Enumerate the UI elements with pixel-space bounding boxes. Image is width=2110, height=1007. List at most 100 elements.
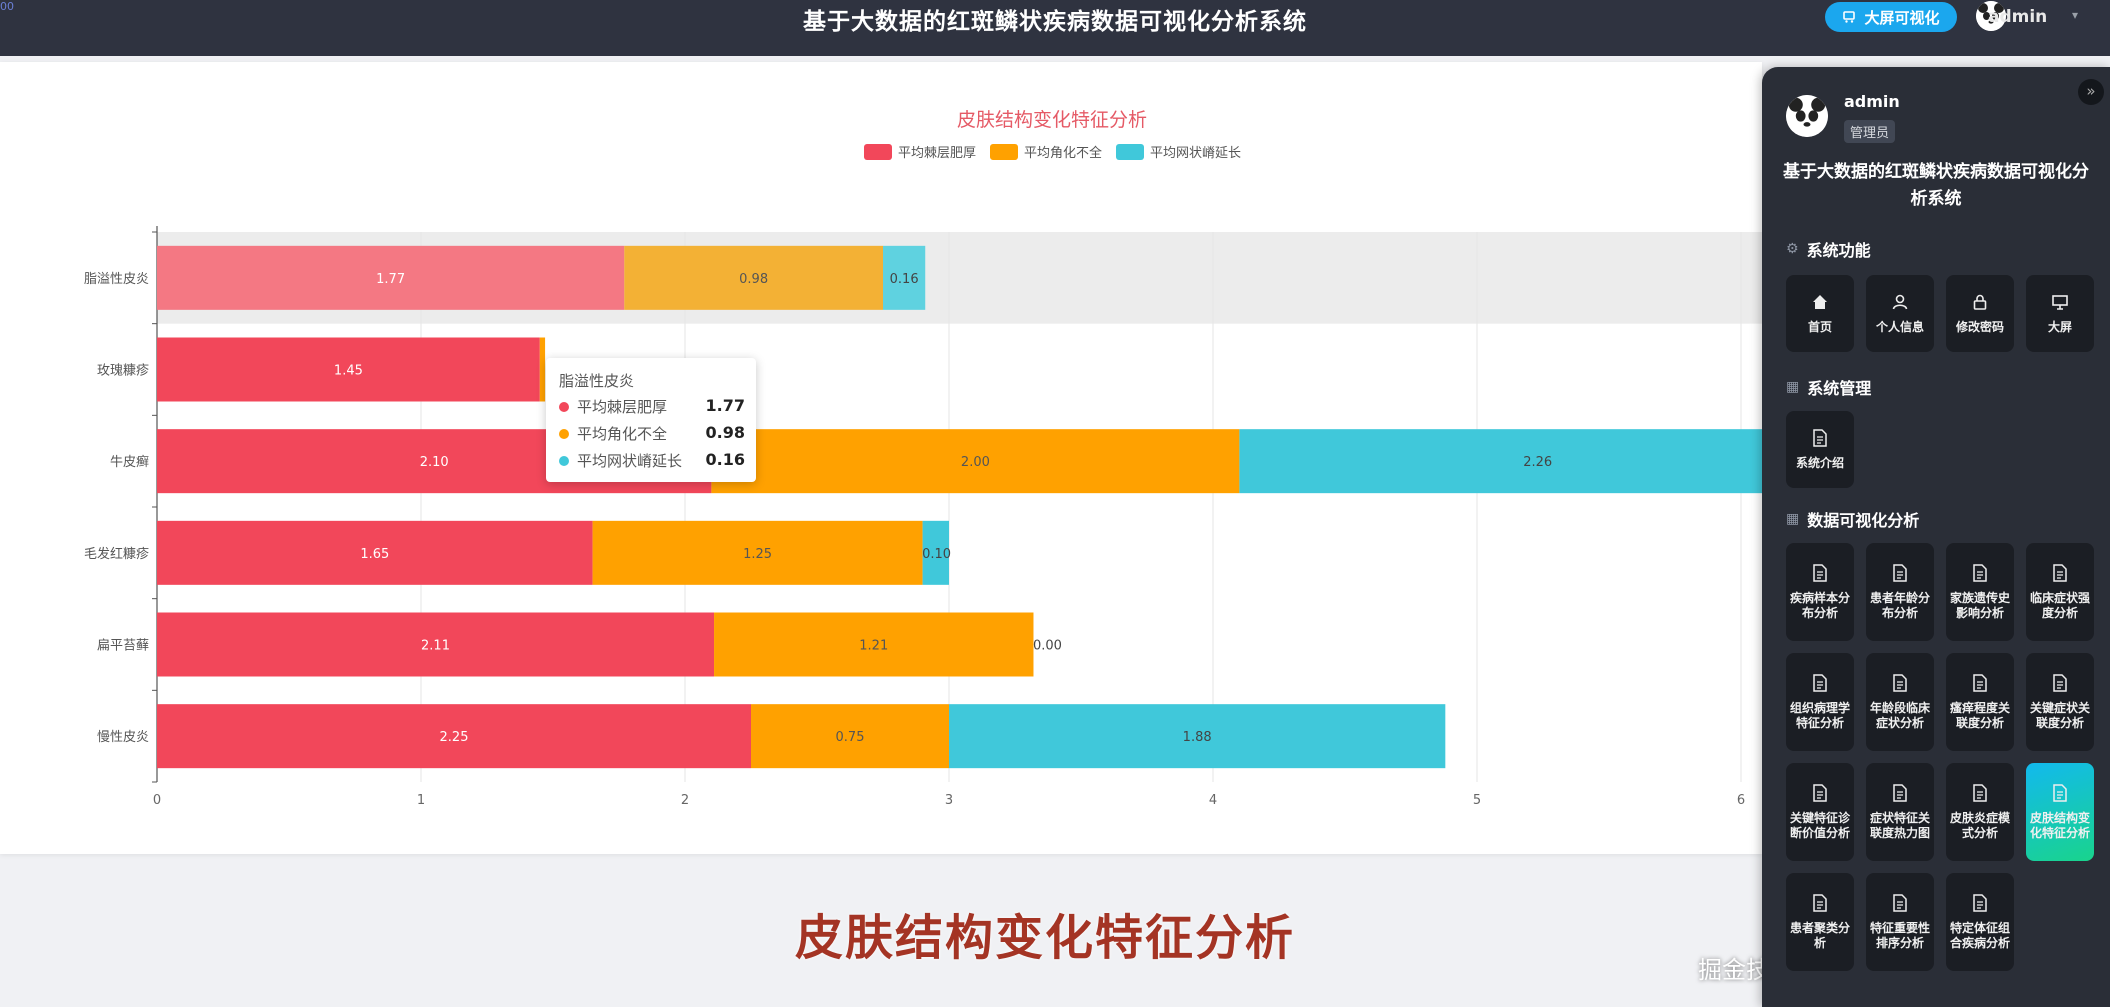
sidebar-item[interactable]: 系统介绍 — [1786, 411, 1854, 488]
document-icon — [2052, 563, 2068, 587]
sidebar-item[interactable]: 个人信息 — [1866, 275, 1934, 352]
tooltip-row: 平均网状嵴延长 0.16 — [559, 450, 745, 470]
sidebar-item-label: 特征重要性排序分析 — [1870, 920, 1931, 950]
tooltip-series-name: 平均角化不全 — [577, 425, 668, 443]
bigscreen-button[interactable]: 大屏可视化 — [1825, 2, 1957, 32]
role-badge: 管理员 — [1844, 120, 1896, 143]
bar-segment — [539, 337, 546, 402]
sidebar-item[interactable]: 皮肤炎症模式分析 — [1946, 763, 2014, 861]
grid-icon: ▦ — [1786, 511, 1800, 527]
y-category-label: 脂溢性皮炎 — [84, 272, 149, 287]
tooltip-row: 平均角化不全 0.98 — [559, 423, 745, 443]
sidebar-item[interactable]: 特定体征组合疾病分析 — [1946, 873, 2014, 971]
section-data-visualization: ▦ 数据可视化分析 — [1786, 507, 1919, 531]
chevron-down-icon[interactable]: ▾ — [2072, 8, 2078, 22]
data-label: 0.75 — [836, 730, 865, 745]
chart-tooltip: 脂溢性皮炎 平均棘层肥厚 1.77 平均角化不全 0.98 平均网状嵴延长 0.… — [546, 358, 756, 482]
document-icon — [2052, 783, 2068, 807]
sidebar-item-label: 临床症状强度分析 — [2030, 590, 2091, 620]
sidebar-item[interactable]: 组织病理学特征分析 — [1786, 653, 1854, 751]
sidebar-avatar — [1786, 95, 1828, 137]
user-icon — [1891, 293, 1909, 316]
sidebar-item[interactable]: 临床症状强度分析 — [2026, 543, 2094, 641]
section-title: 数据可视化分析 — [1807, 511, 1920, 530]
tooltip-series-name: 平均网状嵴延长 — [577, 452, 683, 470]
collapse-icon[interactable]: » — [2078, 79, 2104, 105]
x-tick-label: 3 — [945, 793, 953, 808]
legend-label: 平均网状嵴延长 — [1150, 146, 1241, 161]
sidebar-item[interactable]: 疾病样本分布分析 — [1786, 543, 1854, 641]
data-label: 2.00 — [961, 455, 990, 470]
document-icon — [1812, 673, 1828, 697]
presentation-icon — [2051, 293, 2069, 316]
data-label: 1.65 — [360, 547, 389, 562]
legend-dot — [559, 456, 569, 466]
x-tick-label: 1 — [417, 793, 425, 808]
document-icon — [1812, 893, 1828, 917]
data-label: 0.16 — [890, 272, 919, 287]
sidebar-item[interactable]: 瘙痒程度关联度分析 — [1946, 653, 2014, 751]
sidebar-item[interactable]: 年龄段临床症状分析 — [1866, 653, 1934, 751]
document-icon — [1892, 673, 1908, 697]
tooltip-value: 1.77 — [705, 396, 745, 415]
sidebar-item[interactable]: 症状特征关联度热力图 — [1866, 763, 1934, 861]
document-icon — [1972, 563, 1988, 587]
bigscreen-label: 大屏可视化 — [1864, 8, 1940, 27]
chart-title: 皮肤结构变化特征分析 — [957, 109, 1147, 131]
sidebar: » admin 管理员 基于大数据的红斑鳞状疾病数据可视化分析系统 ⚙ 系统功能… — [1762, 67, 2110, 1007]
y-category-label: 玫瑰糠疹 — [97, 363, 149, 379]
data-label: 1.25 — [743, 547, 772, 562]
top-username[interactable]: admin — [1988, 7, 2047, 27]
lock-icon — [1971, 293, 1989, 316]
sidebar-item-label: 首页 — [1807, 319, 1832, 334]
section-system-functions: ⚙ 系统功能 — [1786, 237, 1871, 261]
data-label: 2.11 — [421, 639, 450, 654]
sidebar-item[interactable]: 特征重要性排序分析 — [1866, 873, 1934, 971]
document-icon — [1972, 673, 1988, 697]
document-icon — [1812, 428, 1828, 452]
cart-icon — [1843, 11, 1856, 23]
sidebar-item[interactable]: 患者年龄分布分析 — [1866, 543, 1934, 641]
sidebar-item-label: 患者年龄分布分析 — [1870, 590, 1931, 620]
x-tick-label: 5 — [1473, 793, 1481, 808]
sidebar-item-label: 症状特征关联度热力图 — [1870, 810, 1931, 840]
sidebar-item-label: 年龄段临床症状分析 — [1870, 700, 1931, 730]
y-category-label: 毛发红糠疹 — [84, 546, 149, 562]
section-title: 系统管理 — [1807, 379, 1872, 398]
y-category-label: 扁平苔藓 — [97, 639, 149, 654]
sidebar-item-label: 家族遗传史影响分析 — [1950, 590, 2011, 620]
sidebar-item[interactable]: 首页 — [1786, 275, 1854, 352]
bar-segment — [1239, 429, 1762, 494]
home-icon — [1811, 293, 1829, 316]
legend-swatch — [864, 144, 892, 160]
tooltip-title: 脂溢性皮炎 — [559, 372, 635, 390]
sidebar-item[interactable]: 修改密码 — [1946, 275, 2014, 352]
y-category-label: 牛皮癣 — [110, 454, 149, 470]
legend-swatch — [1116, 144, 1144, 160]
sidebar-item[interactable]: 皮肤结构变化特征分析 — [2026, 763, 2094, 861]
data-label: 1.21 — [859, 639, 888, 654]
sidebar-item-label: 关键特征诊断价值分析 — [1790, 810, 1851, 840]
section-title: 系统功能 — [1806, 241, 1871, 260]
sidebar-item-label: 关键症状关联度分析 — [2030, 700, 2091, 730]
sidebar-username: admin — [1844, 92, 1900, 111]
sidebar-item-label: 修改密码 — [1955, 319, 2004, 334]
sidebar-item-label: 患者聚类分析 — [1790, 920, 1851, 950]
document-icon — [1972, 893, 1988, 917]
document-icon — [1892, 563, 1908, 587]
sidebar-item-label: 瘙痒程度关联度分析 — [1950, 700, 2011, 730]
document-icon — [1892, 783, 1908, 807]
sidebar-item[interactable]: 家族遗传史影响分析 — [1946, 543, 2014, 641]
tooltip-series-name: 平均棘层肥厚 — [577, 398, 668, 416]
data-label: 2.26 — [1523, 455, 1552, 470]
sidebar-item[interactable]: 大屏 — [2026, 275, 2094, 352]
x-tick-label: 2 — [681, 793, 689, 808]
data-label: 1.88 — [1183, 730, 1212, 745]
sidebar-item[interactable]: 患者聚类分析 — [1786, 873, 1854, 971]
tooltip-row: 平均棘层肥厚 1.77 — [559, 396, 745, 416]
sidebar-item[interactable]: 关键症状关联度分析 — [2026, 653, 2094, 751]
section-system-management: ▦ 系统管理 — [1786, 375, 1871, 399]
data-label: 0.98 — [739, 272, 768, 287]
document-icon — [1972, 783, 1988, 807]
sidebar-item[interactable]: 关键特征诊断价值分析 — [1786, 763, 1854, 861]
